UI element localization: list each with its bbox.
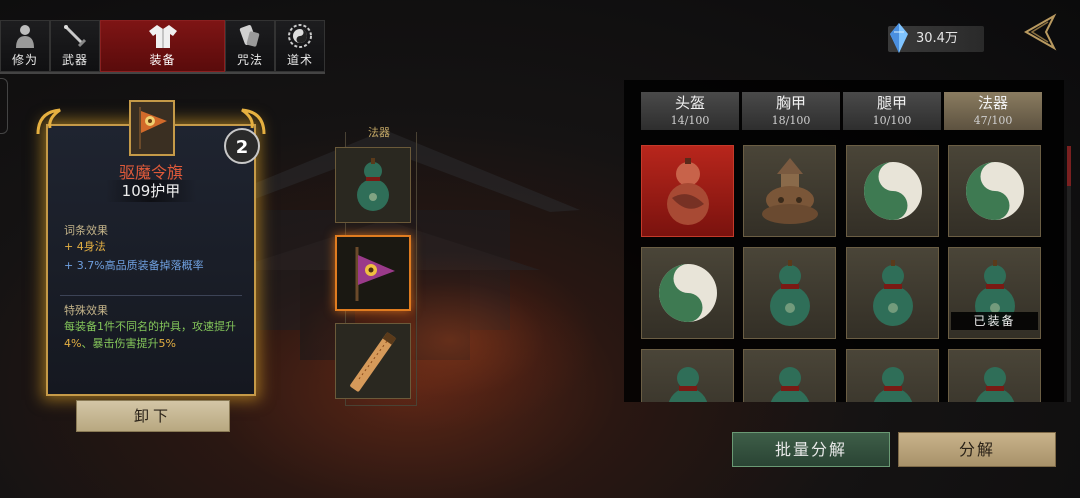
- tab-equipment[interactable]: 装备: [100, 20, 225, 72]
- category-count: 47/100: [973, 114, 1013, 127]
- slot-item-selected[interactable]: [335, 235, 411, 311]
- flag-icon: [139, 107, 167, 149]
- special-effect-text: 每装备1件不同名的护具，攻速提升 4%、暴击伤害提升5%: [64, 318, 244, 352]
- gourd-icon: [872, 260, 913, 326]
- affix-title: 词条效果: [64, 224, 108, 237]
- inventory-item[interactable]: [948, 349, 1041, 402]
- tab-weapon[interactable]: 武器: [50, 20, 100, 72]
- tab-label: 修为: [11, 53, 38, 67]
- item-icon-frame: [129, 100, 175, 156]
- tab-label: 装备: [149, 53, 176, 67]
- scrollbar-thumb[interactable]: [1067, 146, 1071, 186]
- special-part: 、暴击伤害提升: [81, 337, 159, 350]
- category-tab-chest[interactable]: 胸甲 18/100: [742, 92, 840, 130]
- tab-label: 道术: [286, 53, 313, 67]
- inventory-item[interactable]: [641, 349, 734, 402]
- gourd-icon: [975, 367, 1014, 402]
- item-armor-stat: 109护甲: [106, 180, 196, 202]
- inventory-item[interactable]: [641, 145, 734, 237]
- affix-text: 高品质装备掉落概率: [104, 259, 204, 272]
- special-value: 4%: [64, 337, 82, 350]
- inventory-item[interactable]: [846, 145, 939, 237]
- affix-line-1: + 4身法: [64, 240, 106, 253]
- robe-icon: [148, 23, 178, 49]
- bronze-censer-icon: [761, 158, 818, 224]
- card-divider: [60, 295, 242, 296]
- category-name: 胸甲: [775, 94, 806, 112]
- currency-display: 30.4万: [888, 23, 984, 53]
- category-name: 法器: [977, 94, 1008, 112]
- back-icon[interactable]: [1018, 12, 1058, 52]
- item-detail-card: 2 驱魔令旗 109护甲 词条效果 + 4身法 + 3.7%高品质装备掉落概率 …: [34, 92, 268, 414]
- tab-cultivation[interactable]: 修为: [0, 20, 50, 72]
- inventory-item[interactable]: [846, 349, 939, 402]
- affix-line-2: + 3.7%高品质装备掉落概率: [64, 257, 204, 273]
- gourd-icon: [357, 158, 389, 211]
- salvage-button[interactable]: 分解: [898, 432, 1056, 467]
- category-count: 18/100: [771, 114, 811, 127]
- gourd-icon: [873, 367, 912, 402]
- category-tab-helmet[interactable]: 头盔 14/100: [641, 92, 739, 130]
- main-tabs: 修为 武器 装备 咒法 道术: [0, 20, 325, 72]
- special-title: 特殊效果: [64, 304, 108, 317]
- special-part: 每装备1件不同名的护具，攻速提升: [64, 320, 236, 333]
- equipped-badge: 已装备: [951, 312, 1038, 330]
- yin-yang-icon: [285, 23, 315, 49]
- side-drawer-handle[interactable]: [0, 78, 8, 134]
- special-value: 5%: [158, 337, 176, 350]
- inventory-item[interactable]: [846, 247, 939, 339]
- inventory-item[interactable]: [641, 247, 734, 339]
- character-icon: [10, 23, 40, 49]
- category-tabs: 头盔 14/100 胸甲 18/100 腿甲 10/100 法器 47/100: [641, 92, 1042, 130]
- slot-item[interactable]: [335, 147, 411, 223]
- gourd-icon: [770, 367, 809, 402]
- level-number: 2: [236, 137, 249, 158]
- scroll-icon: [235, 23, 265, 49]
- category-tab-artifact[interactable]: 法器 47/100: [944, 92, 1042, 130]
- red-gourd-icon: [666, 158, 709, 225]
- category-tab-legs[interactable]: 腿甲 10/100: [843, 92, 941, 130]
- category-name: 头盔: [674, 94, 705, 112]
- yin-yang-disc-icon: [658, 264, 717, 322]
- flag-icon: [355, 247, 395, 301]
- ornate-corner-left: [36, 108, 61, 135]
- inventory-item[interactable]: [948, 145, 1041, 237]
- tab-label: 咒法: [236, 53, 263, 67]
- unequip-button[interactable]: 卸下: [76, 400, 230, 432]
- batch-salvage-button[interactable]: 批量分解: [732, 432, 890, 467]
- yin-yang-disc-icon: [863, 162, 922, 220]
- talisman-scroll-icon: [350, 331, 397, 392]
- affix-value: + 3.7%: [64, 259, 105, 272]
- tab-divider: [0, 72, 325, 74]
- inventory-item-equipped[interactable]: 已装备: [948, 247, 1041, 339]
- tab-label: 武器: [61, 53, 88, 67]
- inventory-grid: 已装备: [641, 145, 1051, 402]
- sword-icon: [60, 23, 90, 49]
- gourd-icon: [769, 260, 810, 326]
- category-count: 14/100: [670, 114, 710, 127]
- yin-yang-disc-icon: [965, 162, 1024, 220]
- tab-spells[interactable]: 咒法: [225, 20, 275, 72]
- inventory-item[interactable]: [743, 247, 836, 339]
- category-name: 腿甲: [876, 94, 907, 112]
- slot-item[interactable]: [335, 323, 411, 399]
- inventory-item[interactable]: [743, 145, 836, 237]
- inventory-scrollbar[interactable]: [1067, 146, 1071, 402]
- tab-taoism[interactable]: 道术: [275, 20, 325, 72]
- gourd-icon: [668, 367, 707, 402]
- inventory-item[interactable]: [743, 349, 836, 402]
- crystal-icon: [890, 23, 908, 53]
- category-count: 10/100: [872, 114, 912, 127]
